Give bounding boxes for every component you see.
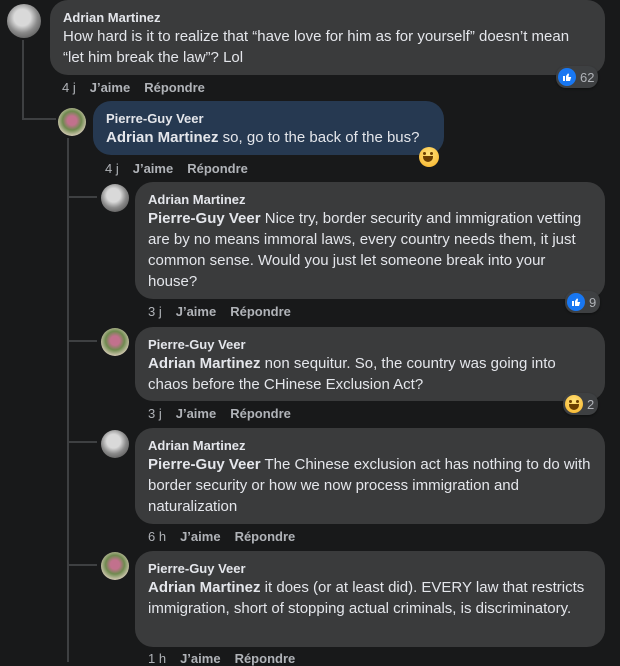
avatar[interactable]: [7, 4, 41, 38]
thread-connector-2: [67, 196, 97, 198]
reaction-count: 2: [587, 396, 595, 412]
comment-bubble: Pierre-Guy Veer Adrian Martinez it does …: [135, 551, 605, 647]
thread-connector-4: [67, 441, 97, 443]
comment-bubble: Pierre-Guy Veer Adrian Martinez so, go t…: [93, 101, 444, 155]
reaction-summary[interactable]: 62: [556, 66, 599, 88]
comment-body: How hard is it to realize that “have lov…: [63, 28, 570, 66]
comment-bubble: Pierre-Guy Veer Adrian Martinez non sequ…: [135, 327, 605, 401]
avatar[interactable]: [101, 328, 129, 356]
comment-actions: 3 j J’aime Répondre: [148, 304, 305, 319]
reaction-summary[interactable]: [419, 146, 439, 168]
avatar[interactable]: [101, 184, 129, 212]
comment-author[interactable]: Pierre-Guy Veer: [148, 336, 592, 353]
avatar[interactable]: [101, 552, 129, 580]
reaction-summary[interactable]: 9: [565, 291, 601, 313]
comment-actions: 4 j J’aime Répondre: [105, 161, 262, 176]
mention-link[interactable]: Pierre-Guy Veer: [148, 456, 261, 473]
avatar[interactable]: [101, 430, 129, 458]
timestamp[interactable]: 3 j: [148, 406, 162, 421]
reply-button[interactable]: Répondre: [187, 161, 248, 176]
like-button[interactable]: J’aime: [176, 304, 216, 319]
timestamp[interactable]: 4 j: [105, 161, 119, 176]
avatar[interactable]: [58, 108, 86, 136]
comment-actions: 1 h J’aime Répondre: [148, 651, 309, 666]
thread-connector-1: [22, 118, 56, 120]
comment-actions: 6 h J’aime Répondre: [148, 529, 309, 544]
haha-icon: [419, 147, 439, 167]
comment-text: Adrian Martinez non sequitur. So, the co…: [148, 353, 592, 395]
comment-bubble: Adrian Martinez Pierre-Guy Veer Nice try…: [135, 182, 605, 299]
haha-icon: [565, 395, 583, 413]
like-button[interactable]: J’aime: [176, 406, 216, 421]
comment-author[interactable]: Adrian Martinez: [63, 9, 592, 26]
comment-author[interactable]: Pierre-Guy Veer: [106, 110, 431, 127]
comment-actions: 4 j J’aime Répondre: [62, 80, 219, 95]
timestamp[interactable]: 1 h: [148, 651, 166, 666]
reply-button[interactable]: Répondre: [144, 80, 205, 95]
comment-bubble: Adrian Martinez How hard is it to realiz…: [50, 0, 605, 75]
like-button[interactable]: J’aime: [90, 80, 130, 95]
comment-bubble: Adrian Martinez Pierre-Guy Veer The Chin…: [135, 428, 605, 524]
reply-button[interactable]: Répondre: [230, 406, 291, 421]
timestamp[interactable]: 4 j: [62, 80, 76, 95]
comment-text: Pierre-Guy Veer Nice try, border securit…: [148, 208, 592, 292]
comment-actions: 3 j J’aime Répondre: [148, 406, 305, 421]
reply-button[interactable]: Répondre: [230, 304, 291, 319]
thread-line-root: [22, 40, 24, 120]
like-button[interactable]: J’aime: [180, 529, 220, 544]
like-button[interactable]: J’aime: [133, 161, 173, 176]
comment-body: so, go to the back of the bus?: [218, 129, 420, 146]
reaction-summary[interactable]: 2: [563, 393, 599, 415]
thread-connector-5: [67, 564, 97, 566]
reaction-count: 62: [580, 69, 595, 85]
comment-author[interactable]: Adrian Martinez: [148, 191, 592, 208]
timestamp[interactable]: 3 j: [148, 304, 162, 319]
reply-button[interactable]: Répondre: [235, 529, 296, 544]
like-icon: [558, 68, 576, 86]
timestamp[interactable]: 6 h: [148, 529, 166, 544]
mention-link[interactable]: Pierre-Guy Veer: [148, 210, 261, 227]
comment-text: Pierre-Guy Veer The Chinese exclusion ac…: [148, 454, 592, 517]
mention-link[interactable]: Adrian Martinez: [148, 355, 261, 372]
reply-button[interactable]: Répondre: [235, 651, 296, 666]
thread-line-replies: [67, 138, 69, 662]
mention-link[interactable]: Adrian Martinez: [148, 579, 261, 596]
comment-author[interactable]: Pierre-Guy Veer: [148, 560, 592, 577]
like-icon: [567, 293, 585, 311]
reaction-count: 9: [589, 294, 597, 310]
comment-text: Adrian Martinez so, go to the back of th…: [106, 127, 431, 148]
comment-text: How hard is it to realize that “have lov…: [63, 26, 592, 68]
comment-author[interactable]: Adrian Martinez: [148, 437, 592, 454]
mention-link[interactable]: Adrian Martinez: [106, 129, 219, 146]
comment-text: Adrian Martinez it does (or at least did…: [148, 577, 592, 619]
like-button[interactable]: J’aime: [180, 651, 220, 666]
thread-connector-3: [67, 340, 97, 342]
